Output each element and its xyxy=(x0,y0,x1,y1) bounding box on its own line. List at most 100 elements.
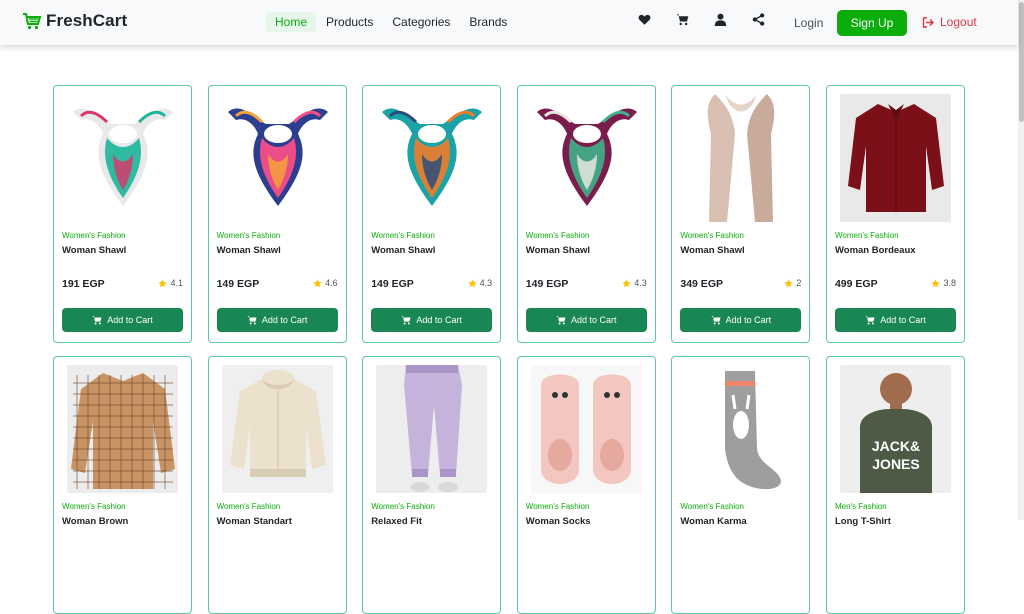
product-card[interactable]: Women's Fashion Woman Shawl 149 EGP 4.6 … xyxy=(207,85,347,343)
product-title[interactable]: Woman Socks xyxy=(526,516,591,527)
joggers-lilac-image xyxy=(376,365,488,493)
add-to-cart-button[interactable]: Add to Cart xyxy=(62,308,183,332)
product-image[interactable] xyxy=(221,365,333,493)
product-card[interactable]: Women's Fashion Woman Karma xyxy=(671,356,811,614)
product-card[interactable]: Women's Fashion Woman Bordeaux 499 EGP 3… xyxy=(825,85,965,343)
product-title[interactable]: Woman Bordeaux xyxy=(835,245,916,256)
product-title[interactable]: Woman Brown xyxy=(62,516,128,527)
star-icon xyxy=(931,278,941,288)
product-title[interactable]: Relaxed Fit xyxy=(371,516,422,527)
product-category: Women's Fashion xyxy=(680,502,745,511)
product-card[interactable]: Women's Fashion Woman Shawl 191 EGP 4.1 … xyxy=(53,85,192,343)
product-image[interactable] xyxy=(685,365,797,493)
cart-plus-icon xyxy=(247,315,257,325)
product-image[interactable] xyxy=(376,365,488,493)
product-card[interactable]: Women's Fashion Woman Shawl 149 EGP 4.3 … xyxy=(362,85,502,343)
svg-text:JONES: JONES xyxy=(872,456,919,472)
add-to-cart-label: Add to Cart xyxy=(107,315,153,325)
star-icon xyxy=(784,278,793,288)
product-rating: 2 xyxy=(784,278,801,288)
product-price: 499 EGP xyxy=(834,278,878,290)
cart-plus-icon xyxy=(92,315,102,325)
scarf-purple-green-image xyxy=(530,94,642,222)
scrollbar-thumb[interactable] xyxy=(1019,2,1024,122)
product-rating: 4.3 xyxy=(468,278,492,288)
product-image[interactable] xyxy=(530,365,642,493)
nav-link-brands[interactable]: Brands xyxy=(460,12,516,32)
add-to-cart-label: Add to Cart xyxy=(261,315,308,325)
add-to-cart-button[interactable]: Add to Cart xyxy=(216,308,338,332)
tshirt-jack-jones-image: JACK&JONES xyxy=(839,365,951,493)
nav-link-home[interactable]: Home xyxy=(266,12,317,32)
product-price: 349 EGP xyxy=(680,278,723,290)
product-grid: Women's Fashion Woman Shawl 191 EGP 4.1 … xyxy=(53,85,965,614)
add-to-cart-button[interactable]: Add to Cart xyxy=(834,308,956,332)
product-rating: 4.1 xyxy=(158,278,183,288)
heart-icon[interactable] xyxy=(638,13,651,26)
product-image[interactable] xyxy=(221,94,333,222)
navbar: FreshCart Home Products Categories Brand… xyxy=(0,0,1018,45)
product-category: Women's Fashion xyxy=(371,231,435,240)
product-price: 149 EGP xyxy=(216,278,260,290)
brand-logo[interactable]: FreshCart xyxy=(22,11,127,31)
nav-link-categories[interactable]: Categories xyxy=(383,12,459,32)
product-title[interactable]: Long T-Shirt xyxy=(835,516,891,527)
login-link[interactable]: Login xyxy=(794,16,823,30)
share-icon[interactable] xyxy=(752,13,765,26)
rating-value: 3.8 xyxy=(943,278,956,288)
product-image[interactable] xyxy=(839,94,951,222)
brand-name: FreshCart xyxy=(46,11,128,30)
product-image[interactable] xyxy=(67,94,178,222)
add-to-cart-button[interactable]: Add to Cart xyxy=(371,308,493,332)
product-card[interactable]: Women's Fashion Woman Shawl 149 EGP 4.3 … xyxy=(516,85,656,343)
cart-plus-icon xyxy=(865,315,875,325)
cart-plus-icon xyxy=(401,315,411,325)
product-card[interactable]: Women's Fashion Woman Brown xyxy=(53,356,192,614)
product-title[interactable]: Woman Shawl xyxy=(680,245,744,256)
user-icon[interactable] xyxy=(714,13,727,26)
product-image[interactable] xyxy=(67,365,178,493)
add-to-cart-button[interactable]: Add to Cart xyxy=(680,308,802,332)
product-rating: 4.6 xyxy=(313,278,338,288)
product-title[interactable]: Woman Karma xyxy=(680,516,746,527)
product-image[interactable] xyxy=(530,94,642,222)
product-price: 191 EGP xyxy=(62,278,105,290)
add-to-cart-label: Add to Cart xyxy=(725,315,772,325)
star-icon xyxy=(158,278,168,288)
shirt-bordeaux-image xyxy=(839,94,951,222)
add-to-cart-label: Add to Cart xyxy=(571,315,617,325)
product-card[interactable]: Women's Fashion Woman Shawl 349 EGP 2 Ad… xyxy=(671,85,811,343)
product-card[interactable]: JACK& JONES Men's Fashion Long T-Shirt xyxy=(825,356,965,614)
scarf-orange-teal-image xyxy=(376,94,488,222)
svg-text:JACK&: JACK& xyxy=(872,438,920,454)
product-card[interactable]: Women's Fashion Woman Standart xyxy=(207,356,347,614)
cart-logo-icon xyxy=(23,13,42,30)
product-category: Women's Fashion xyxy=(371,502,435,511)
product-image[interactable] xyxy=(376,94,488,222)
product-image[interactable] xyxy=(685,94,797,222)
product-title[interactable]: Woman Standart xyxy=(217,516,292,527)
product-title[interactable]: Woman Shawl xyxy=(371,245,435,256)
logout-link[interactable]: Logout xyxy=(922,15,977,29)
logout-icon xyxy=(922,16,934,28)
add-to-cart-label: Add to Cart xyxy=(880,315,926,325)
product-card[interactable]: Women's Fashion Woman Socks xyxy=(516,356,656,614)
product-title[interactable]: Woman Shawl xyxy=(62,245,126,256)
add-to-cart-button[interactable]: Add to Cart xyxy=(525,308,647,332)
cart-plus-icon xyxy=(710,315,721,325)
product-title[interactable]: Woman Shawl xyxy=(526,245,590,256)
nav-link-products[interactable]: Products xyxy=(317,12,382,32)
product-rating: 4.3 xyxy=(622,278,647,288)
product-rating: 3.8 xyxy=(931,278,956,288)
cart-plus-icon xyxy=(556,315,566,325)
product-card[interactable]: Women's Fashion Relaxed Fit xyxy=(362,356,502,614)
product-title[interactable]: Woman Shawl xyxy=(217,245,281,256)
hoodie-cream-image xyxy=(221,365,333,493)
product-image[interactable]: JACK& JONES xyxy=(839,365,951,493)
add-to-cart-label: Add to Cart xyxy=(416,315,462,325)
cart-icon[interactable] xyxy=(676,13,689,26)
shirt-brown-plaid-image xyxy=(67,365,178,493)
signup-button[interactable]: Sign Up xyxy=(837,10,907,36)
star-icon xyxy=(313,278,322,288)
nav-icons xyxy=(638,13,790,26)
